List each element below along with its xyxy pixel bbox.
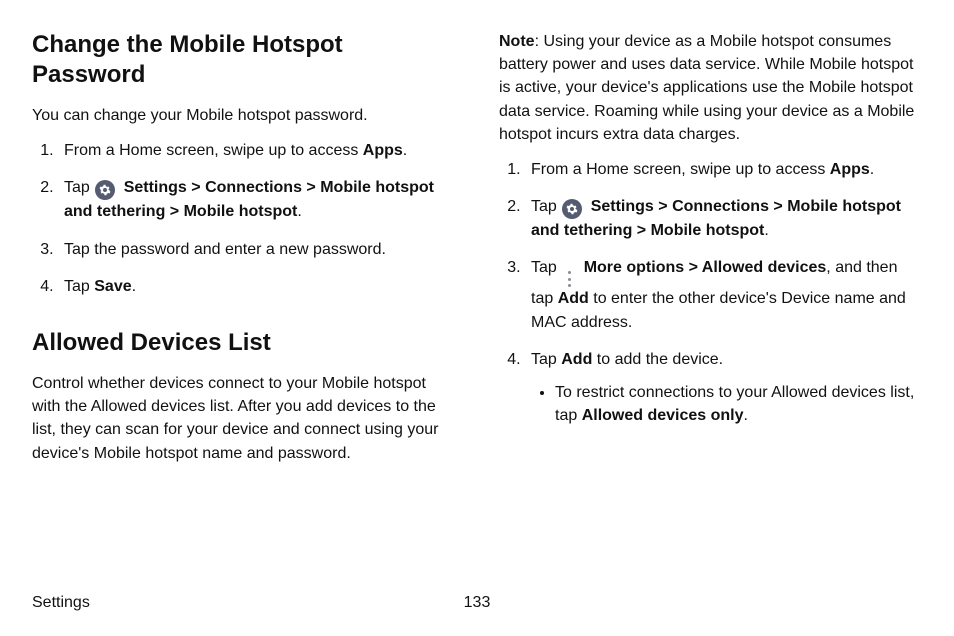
connections-label: Connections	[205, 179, 302, 196]
allowed-only-label: Allowed devices only	[582, 407, 744, 424]
page-footer: Settings 133	[32, 594, 922, 612]
save-label: Save	[94, 278, 131, 295]
text: Tap	[531, 198, 561, 215]
step-2: Tap Settings > Connections > Mobile hots…	[525, 195, 922, 242]
more-options-label: More options	[584, 259, 684, 276]
note: Note: Using your device as a Mobile hots…	[499, 30, 922, 146]
step-2: Tap Settings > Connections > Mobile hots…	[58, 176, 455, 223]
step-1: From a Home screen, swipe up to access A…	[525, 158, 922, 181]
sep: >	[773, 198, 787, 215]
period: .	[297, 203, 301, 220]
period: .	[744, 407, 748, 424]
text: Tap	[531, 351, 561, 368]
substeps: To restrict connections to your Allowed …	[531, 381, 922, 427]
text: From a Home screen, swipe up to access	[531, 161, 830, 178]
steps-allowed-devices: From a Home screen, swipe up to access A…	[499, 158, 922, 427]
period: .	[764, 222, 768, 239]
sep: >	[170, 203, 184, 220]
intro-change-password: You can change your Mobile hotspot passw…	[32, 104, 455, 127]
period: .	[132, 278, 136, 295]
text: Tap	[64, 278, 94, 295]
add-label: Add	[558, 290, 589, 307]
step-1: From a Home screen, swipe up to access A…	[58, 139, 455, 162]
note-label: Note	[499, 33, 535, 50]
apps-label: Apps	[830, 161, 870, 178]
hotspot-label: Mobile hotspot	[184, 203, 298, 220]
step-4: Tap Add to add the device. To restrict c…	[525, 348, 922, 428]
step-4: Tap Save.	[58, 275, 455, 298]
heading-change-password: Change the Mobile Hotspot Password	[32, 30, 455, 90]
left-column: Change the Mobile Hotspot Password You c…	[32, 30, 455, 477]
text: From a Home screen, swipe up to access	[64, 142, 363, 159]
settings-label: Settings	[124, 179, 187, 196]
period: .	[403, 142, 407, 159]
step-3: Tap More options > Allowed devices, and …	[525, 256, 922, 333]
text: Tap	[531, 259, 561, 276]
sep: >	[191, 179, 205, 196]
step-3: Tap the password and enter a new passwor…	[58, 238, 455, 261]
text: Tap	[64, 179, 94, 196]
footer-section: Settings	[32, 594, 90, 612]
sep: >	[658, 198, 672, 215]
sep: >	[306, 179, 320, 196]
add-label: Add	[561, 351, 592, 368]
settings-label: Settings	[591, 198, 654, 215]
sep: >	[689, 259, 702, 276]
more-options-icon	[563, 271, 575, 287]
note-body: : Using your device as a Mobile hotspot …	[499, 33, 914, 143]
apps-label: Apps	[363, 142, 403, 159]
sep: >	[637, 222, 651, 239]
gear-icon	[562, 199, 582, 219]
text: to add the device.	[592, 351, 723, 368]
heading-allowed-devices: Allowed Devices List	[32, 328, 455, 358]
page-number: 133	[464, 594, 491, 612]
gear-icon	[95, 180, 115, 200]
allowed-devices-label: Allowed devices	[702, 259, 827, 276]
period: .	[870, 161, 874, 178]
bullet-allowed-only: To restrict connections to your Allowed …	[555, 381, 922, 427]
steps-change-password: From a Home screen, swipe up to access A…	[32, 139, 455, 298]
right-column: Note: Using your device as a Mobile hots…	[499, 30, 922, 477]
connections-label: Connections	[672, 198, 769, 215]
intro-allowed-devices: Control whether devices connect to your …	[32, 372, 455, 465]
hotspot-label: Mobile hotspot	[651, 222, 765, 239]
